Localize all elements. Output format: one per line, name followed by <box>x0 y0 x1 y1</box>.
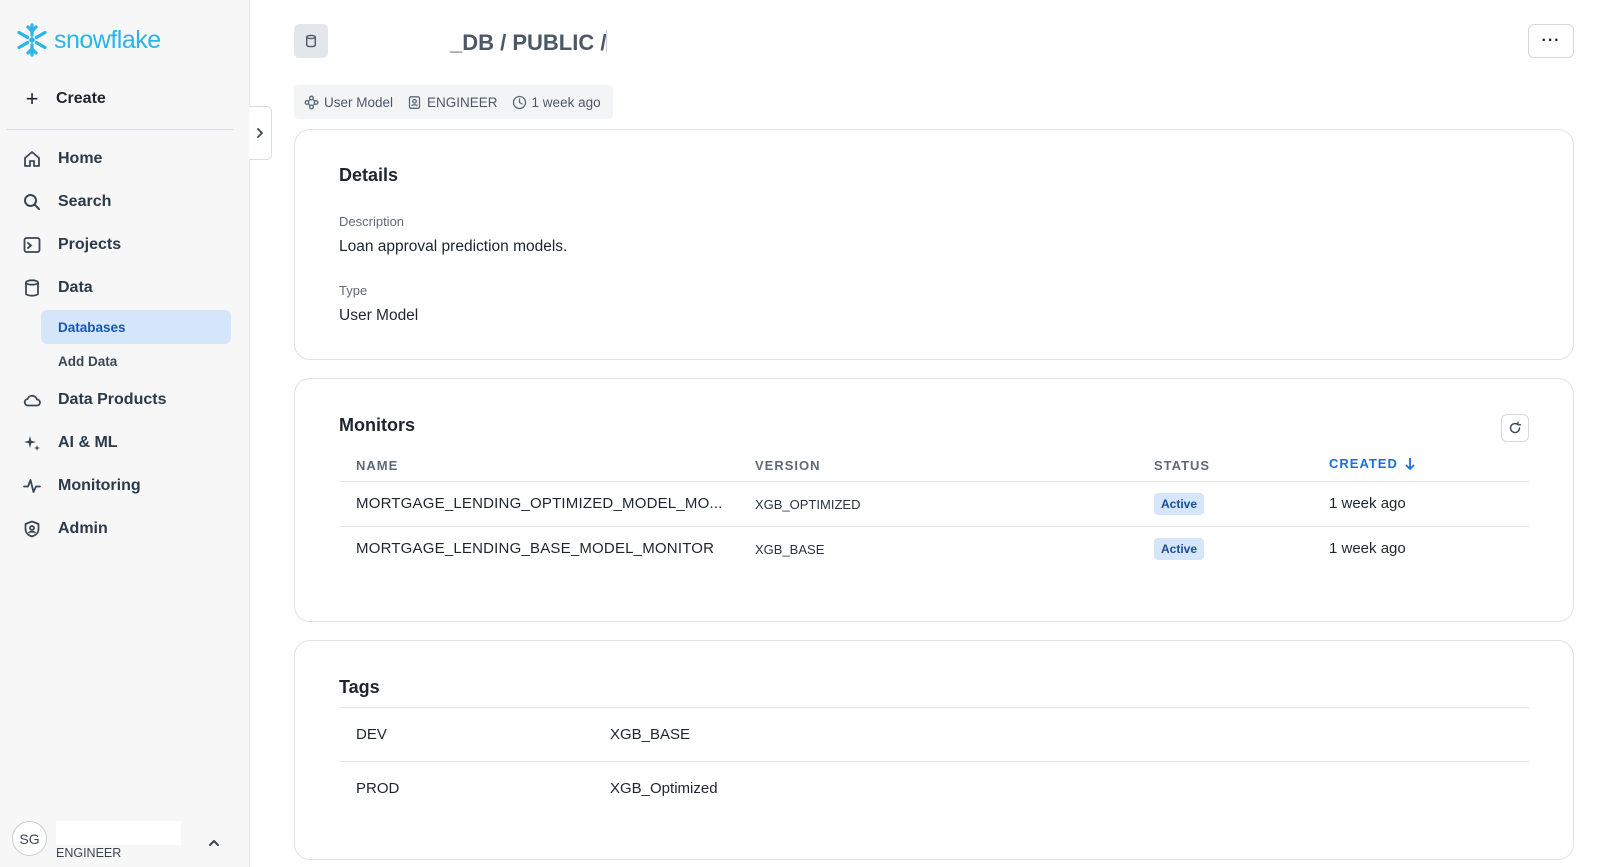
database-icon <box>25 279 39 297</box>
sidebar-item-data-products[interactable]: Data Products <box>22 390 166 410</box>
search-icon <box>24 194 40 210</box>
meta-type: User Model <box>304 95 393 110</box>
sidebar-item-projects[interactable]: Projects <box>22 235 121 255</box>
sidebar-item-data[interactable]: Data <box>22 278 93 298</box>
role-badge-icon <box>408 95 421 109</box>
sidebar-item-label: Data <box>58 279 93 296</box>
sidebar-subitem-add-data[interactable]: Add Data <box>41 344 231 378</box>
cloud-icon <box>23 394 41 407</box>
tags-card: Tags DEV XGB_BASE PROD XGB_Optimized <box>294 640 1574 860</box>
sidebar-item-monitoring[interactable]: Monitoring <box>22 476 141 496</box>
sidebar: snowflake + Create Home Search Projects … <box>0 0 250 867</box>
arrow-down-icon <box>1405 457 1415 470</box>
terminal-icon <box>23 237 41 253</box>
user-name-redacted <box>56 821 181 845</box>
breadcrumb-divider <box>606 30 607 52</box>
sidebar-subitem-databases[interactable]: Databases <box>41 310 231 344</box>
meta-created-label: 1 week ago <box>531 94 601 110</box>
table-divider <box>339 707 1529 708</box>
object-metadata: User Model ENGINEER 1 week ago <box>294 85 613 119</box>
chevron-right-icon <box>257 128 263 138</box>
refresh-button[interactable] <box>1501 414 1529 442</box>
monitor-version: XGB_OPTIMIZED <box>755 497 861 512</box>
user-menu[interactable]: SG <box>12 821 47 856</box>
type-value: User Model <box>339 307 419 324</box>
sidebar-item-admin[interactable]: Admin <box>22 519 108 539</box>
monitor-name[interactable]: MORTGAGE_LENDING_OPTIMIZED_MODEL_MO... <box>356 495 723 512</box>
sidebar-item-search[interactable]: Search <box>22 192 111 212</box>
sidebar-item-label: Home <box>58 150 103 167</box>
monitor-created: 1 week ago <box>1329 495 1406 512</box>
meta-owner-label: ENGINEER <box>427 94 498 110</box>
column-header-created[interactable]: CREATED <box>1329 456 1416 471</box>
meta-type-label: User Model <box>324 94 394 110</box>
logo-text: snowflake <box>54 25 161 54</box>
sparkle-icon <box>24 436 40 451</box>
tag-value: XGB_BASE <box>610 726 691 743</box>
details-card: Details Description Loan approval predic… <box>294 129 1574 360</box>
details-title: Details <box>339 165 399 185</box>
user-role: ENGINEER <box>56 846 122 860</box>
sidebar-item-label: Projects <box>58 236 122 253</box>
column-header-version[interactable]: VERSION <box>755 458 821 473</box>
sidebar-item-label: Monitoring <box>58 477 141 494</box>
refresh-icon <box>1509 421 1522 434</box>
expand-panel-button[interactable] <box>249 106 272 160</box>
sidebar-divider <box>6 129 233 130</box>
activity-icon <box>23 479 41 493</box>
tags-title: Tags <box>339 677 380 697</box>
table-row[interactable]: MORTGAGE_LENDING_BASE_MODEL_MONITOR XGB_… <box>339 527 1529 571</box>
column-header-name[interactable]: NAME <box>356 458 398 473</box>
sidebar-item-label: Data Products <box>58 391 167 408</box>
breadcrumb[interactable]: _DB / PUBLIC / <box>450 30 606 56</box>
monitor-name[interactable]: MORTGAGE_LENDING_BASE_MODEL_MONITOR <box>356 540 714 557</box>
table-divider <box>339 761 1529 762</box>
description-value: Loan approval prediction models. <box>339 238 568 255</box>
meta-owner: ENGINEER <box>407 95 498 110</box>
home-icon <box>24 151 40 167</box>
column-header-created-label: CREATED <box>1329 456 1398 471</box>
monitors-card: Monitors NAME VERSION STATUS CREATED MOR… <box>294 378 1574 622</box>
avatar[interactable]: SG <box>12 821 47 856</box>
tags-table: DEV XGB_BASE PROD XGB_Optimized <box>339 707 1529 827</box>
tag-key: PROD <box>356 780 400 797</box>
monitor-version: XGB_BASE <box>755 542 825 557</box>
model-icon <box>304 95 319 109</box>
sidebar-subitem-label: Add Data <box>58 353 118 369</box>
type-label: Type <box>339 283 368 298</box>
sidebar-item-label: Admin <box>58 520 108 537</box>
tag-key: DEV <box>356 726 387 743</box>
monitor-created: 1 week ago <box>1329 540 1406 557</box>
monitors-table: NAME VERSION STATUS CREATED MORTGAGE_LEN… <box>339 455 1529 595</box>
monitors-title: Monitors <box>339 415 415 435</box>
clock-icon <box>512 95 526 109</box>
sidebar-item-ai-ml[interactable]: AI & ML <box>22 433 118 453</box>
status-badge: Active <box>1154 538 1205 560</box>
object-type-icon <box>294 24 328 58</box>
sidebar-item-label: Search <box>58 193 112 210</box>
table-row[interactable]: MORTGAGE_LENDING_OPTIMIZED_MODEL_MO... X… <box>339 482 1529 526</box>
sidebar-item-label: AI & ML <box>58 434 118 451</box>
chevron-up-icon[interactable] <box>207 836 221 850</box>
create-label: Create <box>56 90 106 107</box>
sidebar-item-home[interactable]: Home <box>22 149 102 169</box>
database-icon <box>305 34 317 48</box>
snowflake-icon <box>17 23 47 57</box>
create-button[interactable]: + Create <box>22 86 106 112</box>
status-badge: Active <box>1154 493 1205 515</box>
plus-icon: + <box>25 86 39 111</box>
snowflake-logo[interactable]: snowflake <box>14 22 161 58</box>
shield-icon <box>24 520 40 538</box>
meta-created: 1 week ago <box>512 95 601 110</box>
sidebar-subitem-label: Databases <box>58 319 126 335</box>
description-label: Description <box>339 214 405 229</box>
more-options-button[interactable]: ··· <box>1528 24 1574 58</box>
column-header-status[interactable]: STATUS <box>1154 458 1210 473</box>
tag-value: XGB_Optimized <box>610 780 718 797</box>
